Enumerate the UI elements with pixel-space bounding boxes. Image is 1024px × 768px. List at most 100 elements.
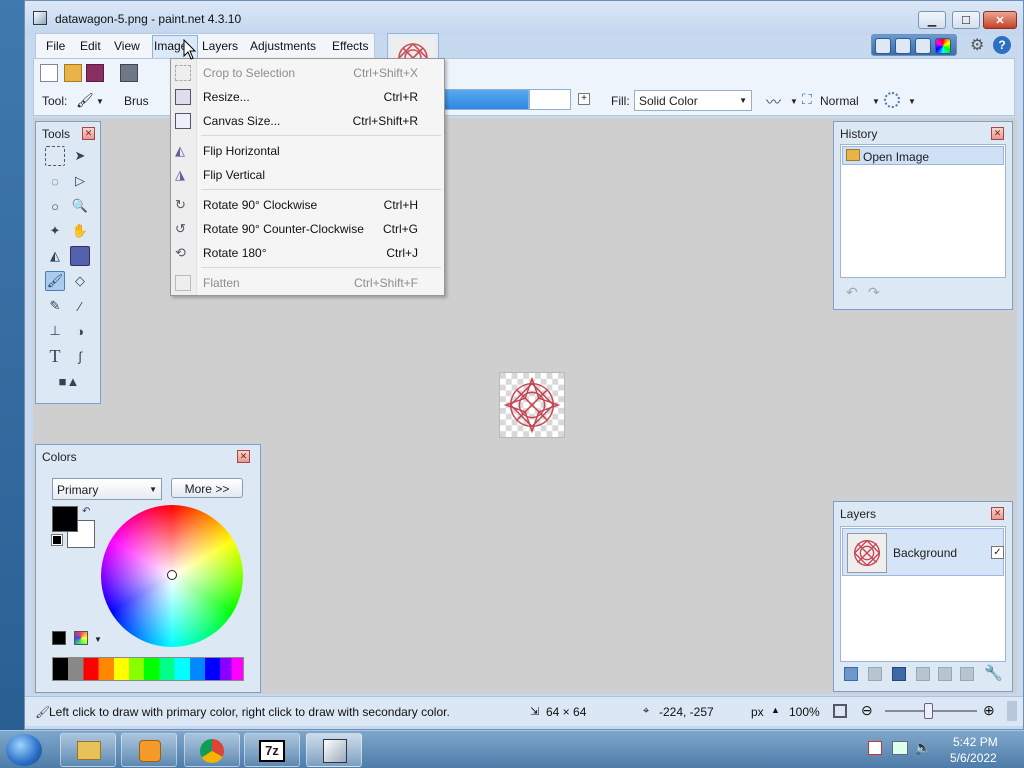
help-icon[interactable]: ? xyxy=(993,36,1011,54)
taskbar-media-player[interactable] xyxy=(121,733,177,767)
move-selected-icon[interactable]: ➤ xyxy=(70,146,90,166)
undo-icon[interactable]: ↶ xyxy=(846,284,858,301)
menu-adjustments[interactable]: Adjustments xyxy=(250,39,316,53)
pencil-icon[interactable]: ✎ xyxy=(45,296,65,316)
menu-item-rotate-ccw[interactable]: ↺ Rotate 90° Counter-Clockwise Ctrl+G xyxy=(171,218,444,240)
menu-item-canvas-size[interactable]: Canvas Size... Ctrl+Shift+R xyxy=(171,110,444,132)
menu-item-rotate-cw[interactable]: ↻ Rotate 90° Clockwise Ctrl+H xyxy=(171,194,444,216)
brush-width-increase-button[interactable]: + xyxy=(578,93,590,105)
rectangle-select-icon[interactable] xyxy=(45,146,65,166)
color-palette[interactable] xyxy=(52,657,244,681)
color-picker-icon[interactable]: ⁄ xyxy=(70,296,90,316)
zoom-out-icon[interactable]: ⊖ xyxy=(861,702,873,719)
volume-icon[interactable]: 🔈 xyxy=(914,739,931,756)
color-wheel-cursor[interactable] xyxy=(167,570,177,580)
blend-mode-dropdown-arrow[interactable]: ▼ xyxy=(872,97,880,106)
action-center-icon[interactable] xyxy=(868,741,882,755)
clock-time[interactable]: 5:42 PM xyxy=(953,735,998,749)
canvas-image[interactable] xyxy=(499,372,565,438)
fill-select[interactable]: Solid Color ▼ xyxy=(634,90,752,111)
menu-item-crop-to-selection[interactable]: Crop to Selection Ctrl+Shift+X xyxy=(171,62,444,84)
reset-colors-icon[interactable] xyxy=(51,534,63,546)
menu-item-resize[interactable]: Resize... Ctrl+R xyxy=(171,86,444,108)
move-selection-icon[interactable]: ▷ xyxy=(70,171,90,191)
zoom-in-icon[interactable]: ⊕ xyxy=(983,702,995,719)
menu-effects[interactable]: Effects xyxy=(332,39,368,53)
units-select[interactable]: px xyxy=(751,705,764,719)
taskbar-chrome[interactable] xyxy=(184,733,240,767)
paint-bucket-icon[interactable]: ◭ xyxy=(45,246,65,266)
menu-edit[interactable]: Edit xyxy=(80,39,101,53)
tools-panel-close-icon[interactable]: ✕ xyxy=(82,127,95,140)
menu-layers[interactable]: Layers xyxy=(202,39,238,53)
swap-colors-icon[interactable]: ↶ xyxy=(82,506,90,517)
zoom-to-window-icon[interactable] xyxy=(833,704,847,718)
clock-date[interactable]: 5/6/2022 xyxy=(950,751,997,765)
lasso-select-icon[interactable]: ◌ xyxy=(45,171,65,191)
move-layer-up-icon[interactable] xyxy=(938,667,952,681)
open-folder-icon[interactable] xyxy=(64,64,82,82)
clone-stamp-icon[interactable]: ⊥ xyxy=(45,321,65,341)
minimize-button[interactable]: ▁ xyxy=(918,11,946,29)
duplicate-layer-icon[interactable] xyxy=(892,667,906,681)
layers-panel-close-icon[interactable]: ✕ xyxy=(991,507,1004,520)
colors-toggle-icon[interactable] xyxy=(935,38,951,54)
new-file-icon[interactable] xyxy=(40,64,58,82)
magic-wand-icon[interactable]: ✦ xyxy=(45,221,65,241)
line-curve-icon[interactable]: ∫ xyxy=(70,346,90,366)
menu-item-flip-horizontal[interactable]: ◭ Flip Horizontal xyxy=(171,140,444,162)
menu-item-rotate-180[interactable]: ⟲ Rotate 180° Ctrl+J xyxy=(171,242,444,264)
add-layer-icon[interactable] xyxy=(844,667,858,681)
menu-file[interactable]: File xyxy=(46,39,65,53)
taskbar-7zip[interactable]: 7z xyxy=(244,733,300,767)
taskbar-file-explorer[interactable] xyxy=(60,733,116,767)
tool-dropdown-arrow[interactable]: ▼ xyxy=(96,97,104,106)
close-button[interactable]: ✕ xyxy=(983,11,1017,29)
primary-color-swatch[interactable] xyxy=(52,506,78,532)
brush-width-track[interactable] xyxy=(529,89,571,110)
recolor-icon[interactable]: ◑ xyxy=(70,321,90,341)
palette-menu-arrow[interactable]: ▼ xyxy=(94,635,102,644)
antialiasing-dropdown-arrow[interactable]: ▼ xyxy=(790,97,798,106)
delete-layer-icon[interactable] xyxy=(868,667,882,681)
eraser-icon[interactable]: ◇ xyxy=(70,271,90,291)
pan-hand-icon[interactable]: ✋ xyxy=(70,221,90,241)
more-colors-button[interactable]: More >> xyxy=(171,478,243,498)
start-button[interactable] xyxy=(6,734,42,766)
layers-toggle-icon[interactable] xyxy=(915,38,931,54)
add-to-palette-icon[interactable] xyxy=(52,631,66,645)
units-up-arrow[interactable]: ▲ xyxy=(771,705,780,715)
print-icon[interactable] xyxy=(120,64,138,82)
zoom-icon[interactable]: 🔍 xyxy=(70,196,90,216)
blend-mode-value[interactable]: Normal xyxy=(820,94,859,108)
history-item[interactable]: Open Image xyxy=(842,146,1004,165)
zoom-slider-thumb[interactable] xyxy=(924,703,933,719)
history-panel-close-icon[interactable]: ✕ xyxy=(991,127,1004,140)
redo-icon[interactable]: ↷ xyxy=(868,284,880,301)
text-tool-icon[interactable]: T xyxy=(45,346,65,366)
selection-quality-icon[interactable] xyxy=(884,92,900,108)
tools-toggle-icon[interactable] xyxy=(875,38,891,54)
move-layer-down-icon[interactable] xyxy=(960,667,974,681)
colors-panel-close-icon[interactable]: ✕ xyxy=(237,450,250,463)
color-mode-select[interactable]: Primary ▼ xyxy=(52,478,162,500)
ellipse-select-icon[interactable]: ○ xyxy=(45,196,65,216)
zoom-value[interactable]: 100% xyxy=(789,705,820,719)
gradient-icon[interactable] xyxy=(70,246,90,266)
antialiasing-icon[interactable]: 〰 xyxy=(766,91,781,112)
save-icon[interactable] xyxy=(86,64,104,82)
menu-item-flip-vertical[interactable]: ◮ Flip Vertical xyxy=(171,164,444,186)
settings-gear-icon[interactable]: ⚙ xyxy=(970,35,984,55)
history-toggle-icon[interactable] xyxy=(895,38,911,54)
paintbrush-icon[interactable]: 🖌 xyxy=(76,92,94,110)
menu-item-flatten[interactable]: Flatten Ctrl+Shift+F xyxy=(171,272,444,294)
taskbar-paintnet[interactable] xyxy=(306,733,362,767)
layer-visibility-checkbox[interactable]: ✓ xyxy=(991,546,1004,559)
paintbrush-tool-icon[interactable]: 🖌 xyxy=(45,271,65,291)
menu-view[interactable]: View xyxy=(114,39,140,53)
layer-properties-icon[interactable]: 🔧 xyxy=(984,664,1003,682)
merge-layer-down-icon[interactable] xyxy=(916,667,930,681)
layer-item[interactable]: Background ✓ xyxy=(842,528,1004,576)
network-icon[interactable] xyxy=(892,741,908,755)
palette-menu-icon[interactable] xyxy=(74,631,88,645)
